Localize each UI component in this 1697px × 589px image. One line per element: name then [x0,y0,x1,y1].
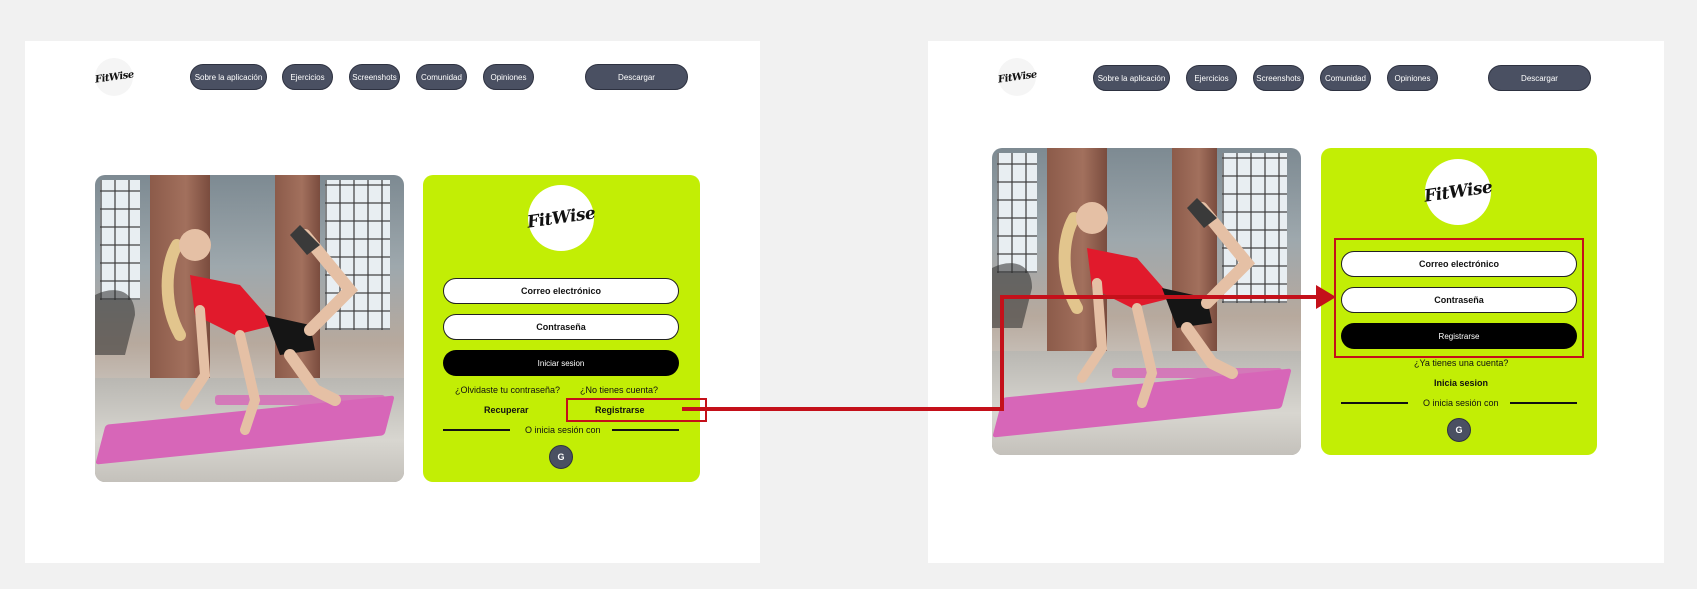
flow-arrow-top [1000,295,1320,299]
nav-item-community[interactable]: Comunidad [416,64,467,90]
flow-arrow-horizontal [682,407,1004,411]
header-logo[interactable]: FitWise [996,58,1038,96]
divider-left [443,429,510,431]
nav-item-about[interactable]: Sobre la aplicación [190,64,267,90]
logo-wordmark: FitWise [93,68,135,86]
login-panel: FitWise Correo electrónico Contraseña In… [423,175,700,482]
no-account-question: ¿No tienes cuenta? [580,385,659,395]
login-button[interactable]: Iniciar sesion [443,350,679,376]
nav-item-screenshots[interactable]: Screenshots [349,64,400,90]
nav-item-exercises[interactable]: Ejercicios [1186,65,1237,91]
divider-left [1341,402,1408,404]
download-button[interactable]: Descargar [585,64,688,90]
download-button[interactable]: Descargar [1488,65,1591,91]
password-field[interactable]: Contraseña [443,314,679,340]
flow-arrow-head [1316,285,1336,309]
panel-logo-wordmark: FitWise [525,203,597,233]
google-login-button[interactable]: G [549,445,573,469]
nav-item-about[interactable]: Sobre la aplicación [1093,65,1170,91]
logo-wordmark: FitWise [996,68,1038,86]
email-field[interactable]: Correo electrónico [443,278,679,304]
alt-login-text: O inicia sesión con [1423,398,1499,408]
nav-item-exercises[interactable]: Ejercicios [282,64,333,90]
fitness-photo [992,148,1301,455]
flow-arrow-vertical [1000,295,1004,411]
panel-logo: FitWise [525,185,597,251]
nav-item-screenshots[interactable]: Screenshots [1253,65,1304,91]
divider-right [1510,402,1577,404]
alt-login-text: O inicia sesión con [525,425,601,435]
login-screen-frame: FitWise Sobre la aplicación Ejercicios S… [25,41,760,563]
forgot-password-question: ¿Olvidaste tu contraseña? [455,385,561,395]
nav-item-opinions[interactable]: Opiniones [483,64,534,90]
header-logo[interactable]: FitWise [93,58,135,96]
nav-item-opinions[interactable]: Opiniones [1387,65,1438,91]
fitness-photo [95,175,404,482]
register-screen-frame: FitWise Sobre la aplicación Ejercicios S… [928,41,1664,563]
have-account-question: ¿Ya tienes una cuenta? [1414,358,1509,368]
nav-item-community[interactable]: Comunidad [1320,65,1371,91]
login-link[interactable]: Inicia sesion [1434,378,1488,388]
recover-link[interactable]: Recuperar [484,405,529,415]
panel-logo: FitWise [1422,159,1494,225]
google-login-button[interactable]: G [1447,418,1471,442]
register-form-highlight [1334,238,1584,358]
panel-logo-wordmark: FitWise [1422,177,1494,207]
divider-right [612,429,679,431]
